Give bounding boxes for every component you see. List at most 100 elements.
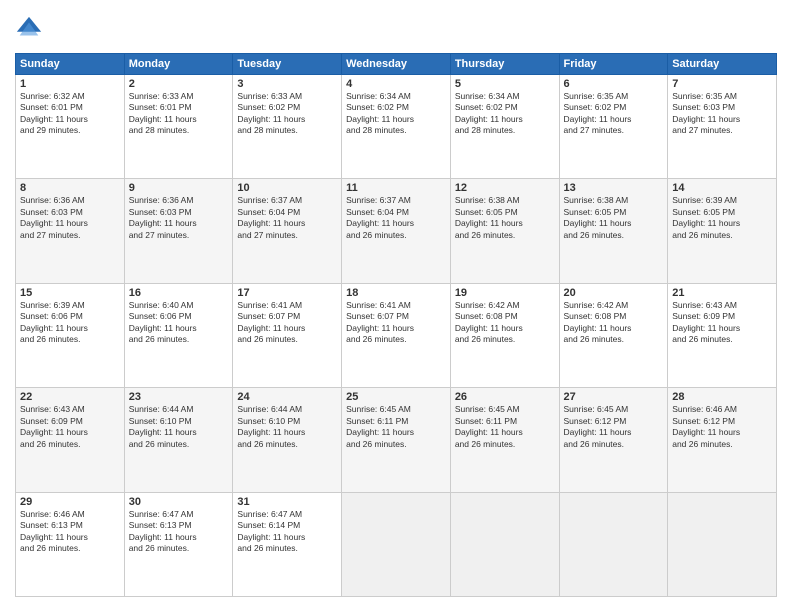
day-number: 10 <box>237 182 337 194</box>
day-number: 23 <box>129 391 229 403</box>
day-info: Sunrise: 6:35 AM Sunset: 6:03 PM Dayligh… <box>672 91 772 137</box>
day-number: 29 <box>20 496 120 508</box>
calendar-cell: 11Sunrise: 6:37 AM Sunset: 6:04 PM Dayli… <box>342 179 451 283</box>
day-info: Sunrise: 6:36 AM Sunset: 6:03 PM Dayligh… <box>20 195 120 241</box>
day-info: Sunrise: 6:45 AM Sunset: 6:12 PM Dayligh… <box>564 404 664 450</box>
day-info: Sunrise: 6:43 AM Sunset: 6:09 PM Dayligh… <box>20 404 120 450</box>
day-number: 24 <box>237 391 337 403</box>
day-info: Sunrise: 6:34 AM Sunset: 6:02 PM Dayligh… <box>455 91 555 137</box>
day-info: Sunrise: 6:47 AM Sunset: 6:14 PM Dayligh… <box>237 509 337 555</box>
calendar-week-1: 8Sunrise: 6:36 AM Sunset: 6:03 PM Daylig… <box>16 179 777 283</box>
calendar-cell: 21Sunrise: 6:43 AM Sunset: 6:09 PM Dayli… <box>668 283 777 387</box>
calendar-header-sunday: Sunday <box>16 54 125 75</box>
calendar-cell: 7Sunrise: 6:35 AM Sunset: 6:03 PM Daylig… <box>668 75 777 179</box>
calendar-cell: 22Sunrise: 6:43 AM Sunset: 6:09 PM Dayli… <box>16 388 125 492</box>
calendar-cell: 13Sunrise: 6:38 AM Sunset: 6:05 PM Dayli… <box>559 179 668 283</box>
day-number: 30 <box>129 496 229 508</box>
header <box>15 15 777 43</box>
day-info: Sunrise: 6:39 AM Sunset: 6:05 PM Dayligh… <box>672 195 772 241</box>
calendar-cell: 19Sunrise: 6:42 AM Sunset: 6:08 PM Dayli… <box>450 283 559 387</box>
day-info: Sunrise: 6:39 AM Sunset: 6:06 PM Dayligh… <box>20 300 120 346</box>
day-number: 27 <box>564 391 664 403</box>
calendar-table: SundayMondayTuesdayWednesdayThursdayFrid… <box>15 53 777 597</box>
page: SundayMondayTuesdayWednesdayThursdayFrid… <box>0 0 792 612</box>
day-info: Sunrise: 6:37 AM Sunset: 6:04 PM Dayligh… <box>237 195 337 241</box>
calendar-header-row: SundayMondayTuesdayWednesdayThursdayFrid… <box>16 54 777 75</box>
day-info: Sunrise: 6:35 AM Sunset: 6:02 PM Dayligh… <box>564 91 664 137</box>
calendar-header-saturday: Saturday <box>668 54 777 75</box>
day-number: 11 <box>346 182 446 194</box>
day-info: Sunrise: 6:43 AM Sunset: 6:09 PM Dayligh… <box>672 300 772 346</box>
calendar-header-tuesday: Tuesday <box>233 54 342 75</box>
calendar-cell: 8Sunrise: 6:36 AM Sunset: 6:03 PM Daylig… <box>16 179 125 283</box>
day-number: 21 <box>672 287 772 299</box>
day-number: 7 <box>672 78 772 90</box>
calendar-week-3: 22Sunrise: 6:43 AM Sunset: 6:09 PM Dayli… <box>16 388 777 492</box>
day-info: Sunrise: 6:41 AM Sunset: 6:07 PM Dayligh… <box>237 300 337 346</box>
day-info: Sunrise: 6:32 AM Sunset: 6:01 PM Dayligh… <box>20 91 120 137</box>
calendar-cell: 1Sunrise: 6:32 AM Sunset: 6:01 PM Daylig… <box>16 75 125 179</box>
calendar-cell: 10Sunrise: 6:37 AM Sunset: 6:04 PM Dayli… <box>233 179 342 283</box>
day-number: 15 <box>20 287 120 299</box>
calendar-cell: 4Sunrise: 6:34 AM Sunset: 6:02 PM Daylig… <box>342 75 451 179</box>
day-number: 4 <box>346 78 446 90</box>
day-number: 20 <box>564 287 664 299</box>
day-info: Sunrise: 6:33 AM Sunset: 6:01 PM Dayligh… <box>129 91 229 137</box>
day-number: 13 <box>564 182 664 194</box>
calendar-cell: 16Sunrise: 6:40 AM Sunset: 6:06 PM Dayli… <box>124 283 233 387</box>
day-info: Sunrise: 6:33 AM Sunset: 6:02 PM Dayligh… <box>237 91 337 137</box>
day-number: 17 <box>237 287 337 299</box>
calendar-cell: 26Sunrise: 6:45 AM Sunset: 6:11 PM Dayli… <box>450 388 559 492</box>
calendar-header-thursday: Thursday <box>450 54 559 75</box>
calendar-week-4: 29Sunrise: 6:46 AM Sunset: 6:13 PM Dayli… <box>16 492 777 596</box>
day-info: Sunrise: 6:44 AM Sunset: 6:10 PM Dayligh… <box>237 404 337 450</box>
day-number: 1 <box>20 78 120 90</box>
calendar-cell: 14Sunrise: 6:39 AM Sunset: 6:05 PM Dayli… <box>668 179 777 283</box>
day-number: 25 <box>346 391 446 403</box>
calendar-cell: 20Sunrise: 6:42 AM Sunset: 6:08 PM Dayli… <box>559 283 668 387</box>
day-number: 6 <box>564 78 664 90</box>
day-number: 28 <box>672 391 772 403</box>
calendar-cell: 17Sunrise: 6:41 AM Sunset: 6:07 PM Dayli… <box>233 283 342 387</box>
day-number: 22 <box>20 391 120 403</box>
calendar-cell: 28Sunrise: 6:46 AM Sunset: 6:12 PM Dayli… <box>668 388 777 492</box>
day-number: 8 <box>20 182 120 194</box>
calendar-cell: 23Sunrise: 6:44 AM Sunset: 6:10 PM Dayli… <box>124 388 233 492</box>
calendar-cell <box>450 492 559 596</box>
day-info: Sunrise: 6:42 AM Sunset: 6:08 PM Dayligh… <box>455 300 555 346</box>
calendar-cell: 12Sunrise: 6:38 AM Sunset: 6:05 PM Dayli… <box>450 179 559 283</box>
calendar-week-0: 1Sunrise: 6:32 AM Sunset: 6:01 PM Daylig… <box>16 75 777 179</box>
day-number: 16 <box>129 287 229 299</box>
calendar-header-monday: Monday <box>124 54 233 75</box>
calendar-cell <box>559 492 668 596</box>
calendar-cell: 25Sunrise: 6:45 AM Sunset: 6:11 PM Dayli… <box>342 388 451 492</box>
day-info: Sunrise: 6:37 AM Sunset: 6:04 PM Dayligh… <box>346 195 446 241</box>
day-number: 14 <box>672 182 772 194</box>
day-info: Sunrise: 6:46 AM Sunset: 6:12 PM Dayligh… <box>672 404 772 450</box>
day-number: 5 <box>455 78 555 90</box>
calendar-cell: 29Sunrise: 6:46 AM Sunset: 6:13 PM Dayli… <box>16 492 125 596</box>
day-number: 26 <box>455 391 555 403</box>
day-number: 31 <box>237 496 337 508</box>
day-info: Sunrise: 6:40 AM Sunset: 6:06 PM Dayligh… <box>129 300 229 346</box>
calendar-cell: 6Sunrise: 6:35 AM Sunset: 6:02 PM Daylig… <box>559 75 668 179</box>
logo-icon <box>15 15 43 43</box>
calendar-cell: 24Sunrise: 6:44 AM Sunset: 6:10 PM Dayli… <box>233 388 342 492</box>
calendar-cell: 9Sunrise: 6:36 AM Sunset: 6:03 PM Daylig… <box>124 179 233 283</box>
day-info: Sunrise: 6:34 AM Sunset: 6:02 PM Dayligh… <box>346 91 446 137</box>
calendar-cell: 18Sunrise: 6:41 AM Sunset: 6:07 PM Dayli… <box>342 283 451 387</box>
day-info: Sunrise: 6:38 AM Sunset: 6:05 PM Dayligh… <box>564 195 664 241</box>
calendar-cell: 27Sunrise: 6:45 AM Sunset: 6:12 PM Dayli… <box>559 388 668 492</box>
calendar-cell: 3Sunrise: 6:33 AM Sunset: 6:02 PM Daylig… <box>233 75 342 179</box>
day-info: Sunrise: 6:38 AM Sunset: 6:05 PM Dayligh… <box>455 195 555 241</box>
calendar-cell: 31Sunrise: 6:47 AM Sunset: 6:14 PM Dayli… <box>233 492 342 596</box>
calendar-header-friday: Friday <box>559 54 668 75</box>
calendar-cell: 5Sunrise: 6:34 AM Sunset: 6:02 PM Daylig… <box>450 75 559 179</box>
day-info: Sunrise: 6:47 AM Sunset: 6:13 PM Dayligh… <box>129 509 229 555</box>
calendar-cell <box>668 492 777 596</box>
logo <box>15 15 47 43</box>
day-info: Sunrise: 6:45 AM Sunset: 6:11 PM Dayligh… <box>346 404 446 450</box>
day-number: 12 <box>455 182 555 194</box>
day-info: Sunrise: 6:45 AM Sunset: 6:11 PM Dayligh… <box>455 404 555 450</box>
day-info: Sunrise: 6:36 AM Sunset: 6:03 PM Dayligh… <box>129 195 229 241</box>
